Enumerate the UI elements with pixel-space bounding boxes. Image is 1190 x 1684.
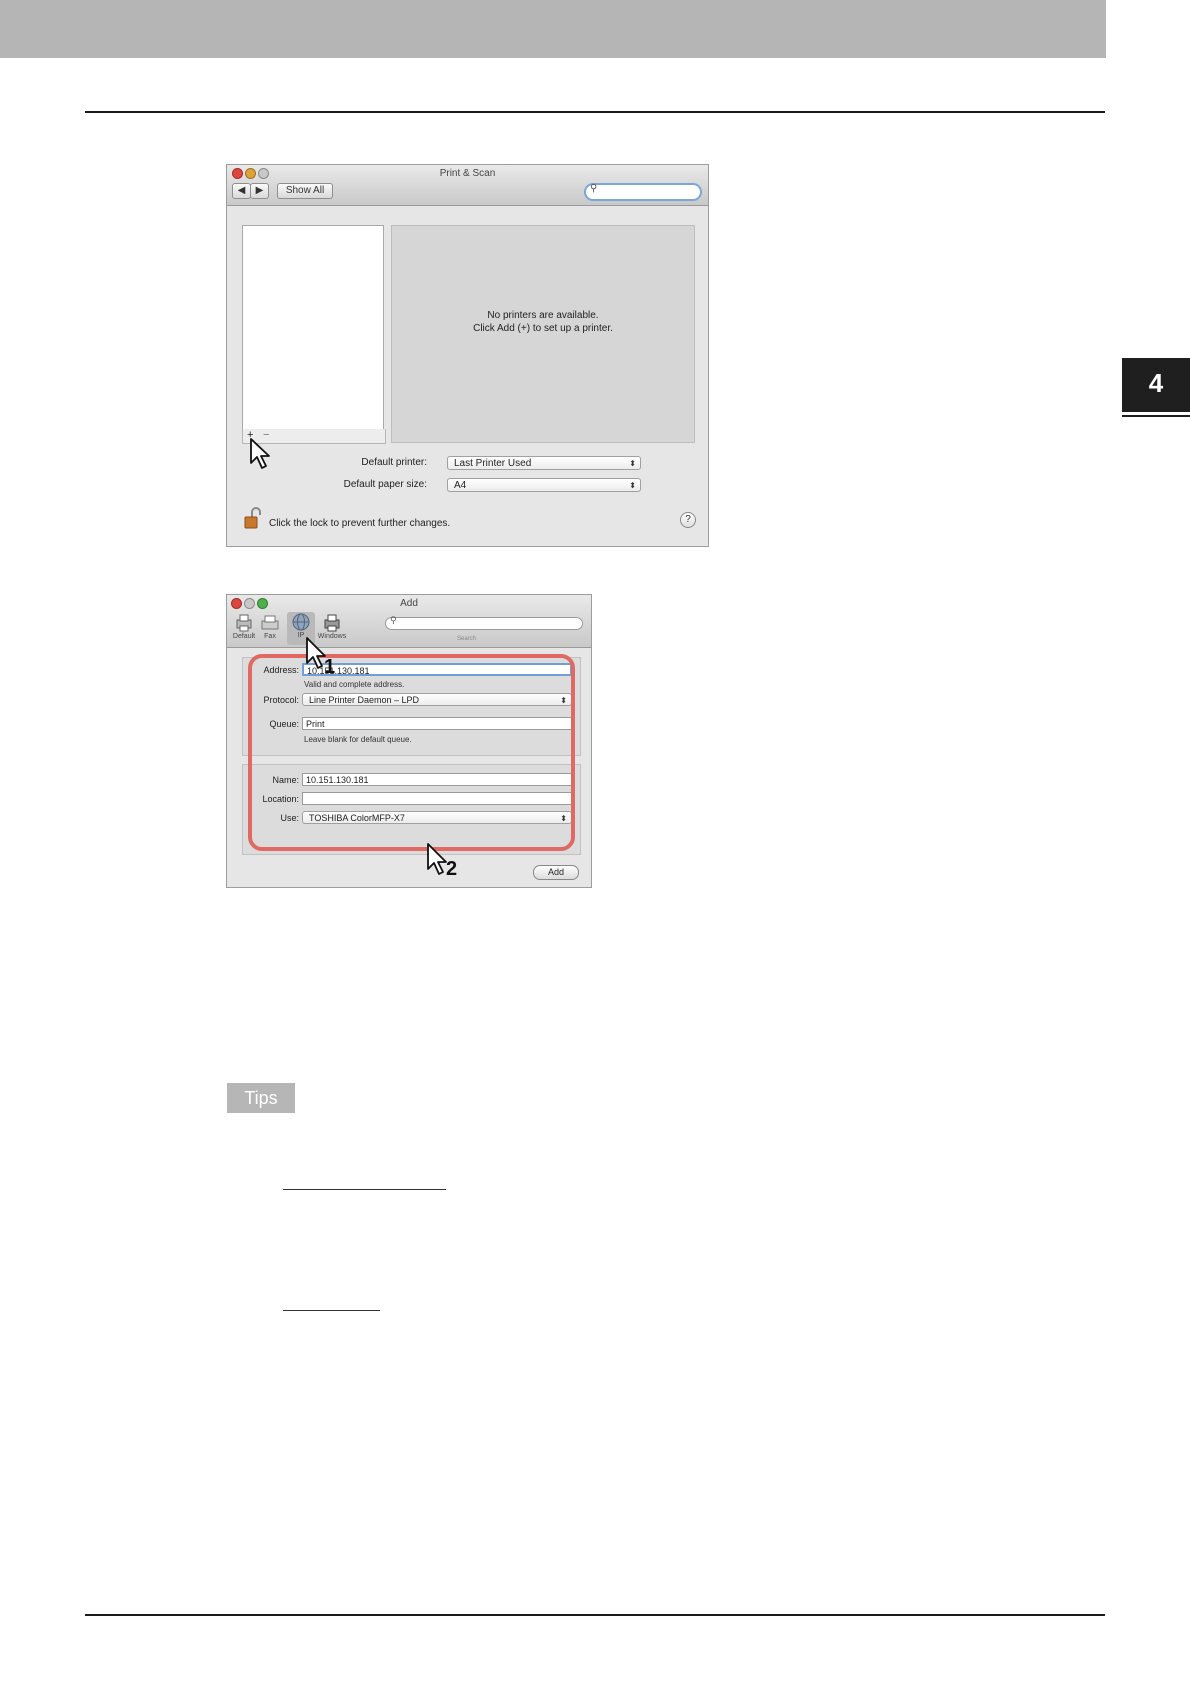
help-button[interactable]: ?: [680, 512, 696, 528]
printer-icon: [321, 613, 343, 633]
chevron-updown-icon: ⬍: [629, 481, 636, 490]
toolbar-fax[interactable]: Fax: [258, 613, 282, 640]
window-title: Print & Scan: [439, 168, 496, 179]
printer-list[interactable]: [242, 225, 384, 430]
header-band: [0, 0, 1106, 58]
print-scan-window: Print & Scan ◀ ▶ Show All ⚲ + − No print…: [226, 164, 709, 547]
highlight-frame: [248, 654, 575, 851]
add-hint-message: Click Add (+) to set up a printer.: [473, 323, 613, 334]
search-icon: ⚲: [590, 183, 598, 194]
toolbar-default[interactable]: Default: [229, 613, 259, 640]
window-title: Add: [400, 598, 418, 609]
tips-label: Tips: [227, 1083, 295, 1113]
default-paper-label: Default paper size:: [343, 479, 427, 490]
printer-info-panel: No printers are available. Click Add (+)…: [391, 225, 695, 443]
chevron-updown-icon: ⬍: [629, 459, 636, 468]
lock-icon[interactable]: [244, 507, 262, 529]
step-marker-1: 1: [324, 656, 336, 678]
link-underline: [283, 1189, 446, 1190]
pointer-cursor-icon: [250, 438, 270, 469]
forward-button[interactable]: ▶: [250, 183, 269, 199]
default-printer-select[interactable]: Last Printer Used ⬍: [447, 456, 641, 470]
show-all-button[interactable]: Show All: [277, 183, 333, 199]
default-printer-label: Default printer:: [361, 457, 427, 468]
printer-icon: [233, 613, 255, 633]
search-caption: Search: [457, 636, 477, 642]
title-bar: Print & Scan ◀ ▶ Show All ⚲: [227, 165, 708, 206]
no-printers-message: No printers are available.: [487, 310, 599, 321]
search-icon: ⚲: [390, 615, 397, 625]
chapter-tab: 4: [1122, 358, 1190, 412]
lock-hint: Click the lock to prevent further change…: [269, 518, 451, 529]
footer-rule: [85, 1614, 1105, 1616]
globe-icon: [290, 612, 312, 632]
step-marker-2: 2: [446, 858, 458, 880]
header-rule: [85, 111, 1105, 113]
fax-icon: [259, 613, 281, 633]
back-button[interactable]: ◀: [232, 183, 251, 199]
default-paper-select[interactable]: A4 ⬍: [447, 478, 641, 492]
search-input[interactable]: ⚲: [584, 183, 702, 201]
link-underline: [283, 1310, 380, 1311]
search-input[interactable]: ⚲: [385, 615, 583, 630]
title-bar: Add Default Fax IP Windows ⚲ Search: [227, 595, 591, 648]
add-button[interactable]: Add: [533, 865, 579, 880]
